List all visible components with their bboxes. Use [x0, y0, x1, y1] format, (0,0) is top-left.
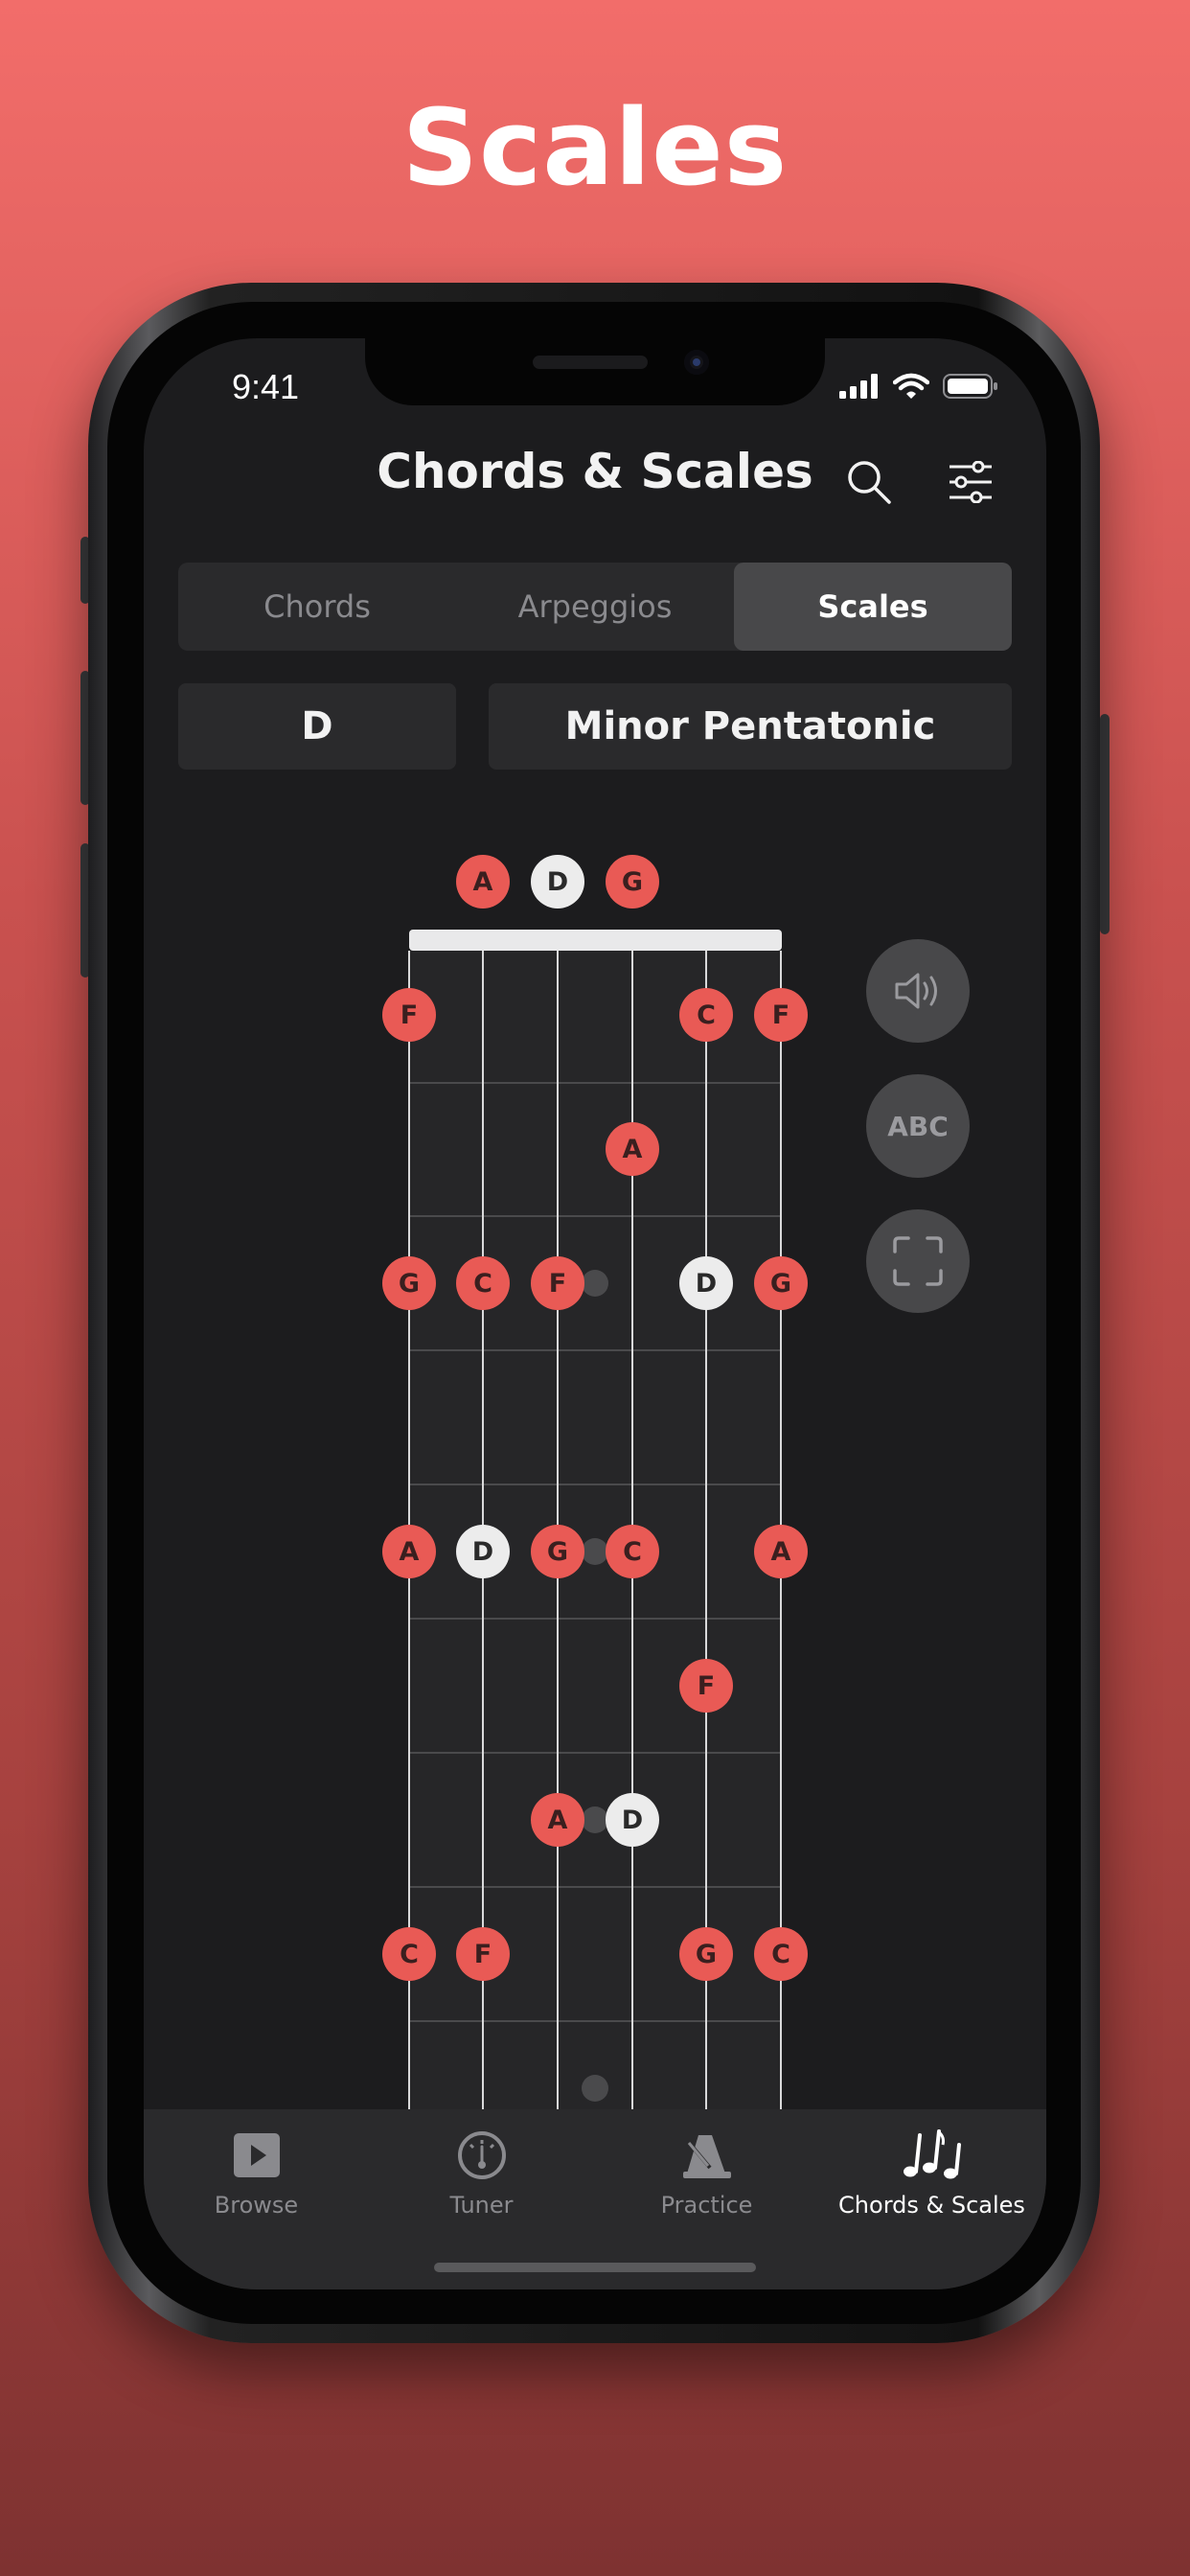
note-marker[interactable]: A [606, 1122, 659, 1176]
root-note-marker[interactable]: D [456, 1525, 510, 1578]
fret-line [409, 1752, 782, 1754]
note-marker[interactable]: F [679, 1659, 733, 1713]
tab-practice[interactable]: Practice [594, 2127, 819, 2219]
note-marker[interactable]: G [531, 1525, 584, 1578]
note-marker[interactable]: C [456, 1256, 510, 1310]
note-marker[interactable]: A [531, 1793, 584, 1847]
fretboard: A D G F C F A G C F D G A D G C A F A D … [144, 338, 1046, 2289]
note-marker[interactable]: G [679, 1927, 733, 1981]
tab-label: Chords & Scales [838, 2192, 1025, 2219]
note-labels-toggle[interactable]: ABC [866, 1074, 970, 1178]
music-notes-icon [903, 2129, 961, 2179]
tab-chords-scales[interactable]: Chords & Scales [819, 2127, 1044, 2219]
note-marker[interactable]: F [531, 1256, 584, 1310]
metronome-icon [682, 2135, 731, 2178]
app-screen: 9:41 Chords & Scales Chords Arpeggios Sc… [144, 338, 1046, 2289]
note-marker[interactable]: C [679, 988, 733, 1042]
string [557, 951, 559, 2289]
note-marker[interactable]: F [754, 988, 808, 1042]
note-marker[interactable]: C [606, 1525, 659, 1578]
fret-line [409, 1215, 782, 1217]
power-button [1100, 714, 1110, 934]
fret-inlay [582, 2075, 608, 2102]
fullscreen-button[interactable] [866, 1209, 970, 1313]
note-marker[interactable]: C [382, 1927, 436, 1981]
fret-line [409, 2020, 782, 2022]
speaker-icon [895, 973, 937, 1009]
tab-label: Browse [214, 2192, 299, 2219]
tab-tuner[interactable]: Tuner [369, 2127, 594, 2219]
tab-label: Tuner [449, 2192, 514, 2219]
tuner-icon [457, 2131, 506, 2179]
fret-inlay [582, 1538, 608, 1565]
string [780, 951, 782, 2289]
fret-line [409, 1349, 782, 1351]
headline: Scales [401, 86, 789, 209]
note-marker[interactable]: C [754, 1927, 808, 1981]
home-indicator[interactable] [434, 2263, 756, 2272]
root-note-marker[interactable]: D [606, 1793, 659, 1847]
root-note-marker[interactable]: D [531, 855, 584, 908]
string [482, 951, 484, 2289]
fretboard-nut [409, 930, 782, 951]
string [705, 951, 707, 2289]
tab-browse[interactable]: Browse [144, 2127, 369, 2219]
fret-inlay [582, 1806, 608, 1833]
string [408, 951, 410, 2289]
note-marker[interactable]: G [382, 1256, 436, 1310]
play-icon [233, 2133, 280, 2177]
tab-label: Practice [660, 2192, 753, 2219]
fret-line [409, 1484, 782, 1485]
fret-line [409, 1082, 782, 1084]
sound-button[interactable] [866, 939, 970, 1043]
fret-inlay [582, 1270, 608, 1297]
note-marker[interactable]: A [754, 1525, 808, 1578]
fullscreen-icon [893, 1236, 943, 1286]
fret-line [409, 1618, 782, 1620]
note-marker[interactable]: A [382, 1525, 436, 1578]
note-marker[interactable]: F [382, 988, 436, 1042]
note-marker[interactable]: G [606, 855, 659, 908]
note-labels-toggle-label: ABC [887, 1110, 949, 1142]
note-marker[interactable]: F [456, 1927, 510, 1981]
root-note-marker[interactable]: D [679, 1256, 733, 1310]
note-marker[interactable]: G [754, 1256, 808, 1310]
note-marker[interactable]: A [456, 855, 510, 908]
fret-line [409, 1886, 782, 1888]
